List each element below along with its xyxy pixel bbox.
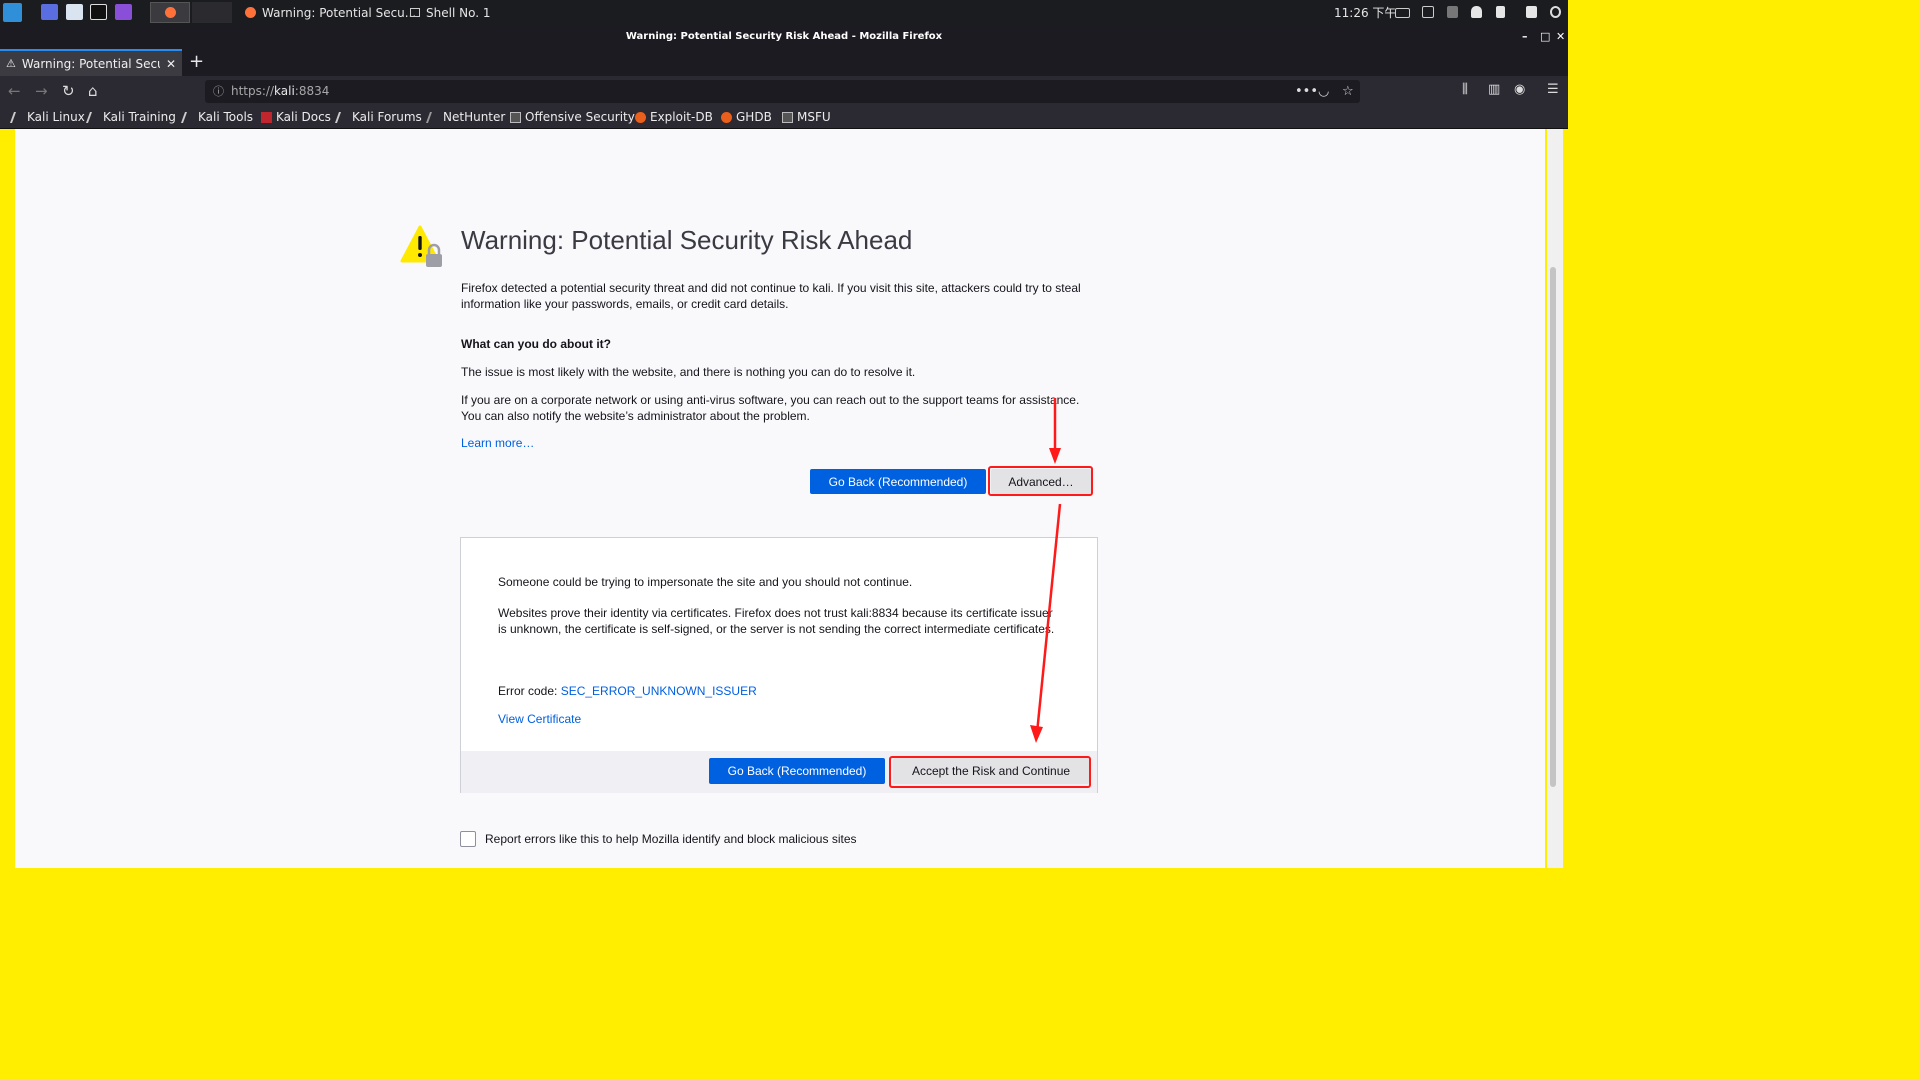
go-back-button-secondary[interactable]: Go Back (Recommended): [709, 758, 885, 784]
bookmark-nethunter[interactable]: NetHunter: [425, 106, 505, 128]
report-errors-label: Report errors like this to help Mozilla …: [485, 832, 857, 846]
bell-icon[interactable]: [1471, 6, 1482, 18]
intro-text: Firefox detected a potential security th…: [461, 281, 1081, 311]
taskbar-window-shell[interactable]: Shell No. 1: [410, 0, 490, 25]
taskbar-window-firefox[interactable]: Warning: Potential Secu...: [245, 0, 416, 25]
home-icon[interactable]: ⌂: [88, 81, 98, 101]
minimize-icon[interactable]: –: [1522, 25, 1528, 48]
tab-label: Warning: Potential Security Risk Ahead: [21, 56, 160, 71]
kali-dragon-icon: [334, 111, 351, 123]
tab-strip: ⚠ Warning: Potential Security Risk Ahead…: [0, 48, 1568, 76]
view-certificate-link[interactable]: View Certificate: [498, 712, 581, 728]
close-tab-icon[interactable]: ✕: [166, 57, 176, 71]
go-back-button[interactable]: Go Back (Recommended): [810, 469, 986, 494]
volume-icon[interactable]: [1447, 6, 1458, 18]
page-content: Warning: Potential Security Risk Ahead F…: [15, 129, 1545, 868]
nav-toolbar: ← → ↻ ⌂ ⓘ https://kali:8834 ••• ◡ ☆ ⫼ ▥ …: [0, 76, 1568, 106]
report-errors-checkbox[interactable]: [460, 831, 476, 847]
terminal-launcher-icon[interactable]: [90, 4, 107, 20]
warning-lock-icon: [400, 225, 442, 267]
new-tab-icon[interactable]: +: [189, 50, 204, 74]
close-window-icon[interactable]: ✕: [1556, 25, 1565, 48]
ghdb-icon: [721, 111, 732, 123]
page-scrollbar[interactable]: [1545, 129, 1568, 868]
show-desktop-icon[interactable]: [41, 4, 58, 20]
error-code-label: Error code:: [498, 684, 561, 698]
bookmark-kali-forums[interactable]: Kali Forums: [334, 106, 422, 128]
url-scheme: https://: [231, 84, 275, 98]
highlight-advanced-button: [988, 466, 1093, 496]
impersonate-text: Someone could be trying to impersonate t…: [498, 575, 913, 589]
workspace-1[interactable]: [150, 2, 190, 23]
kali-dragon-icon: [9, 111, 26, 123]
warning-icon: ⚠: [6, 57, 16, 70]
display-icon[interactable]: [1422, 6, 1434, 18]
bookmark-kali-tools[interactable]: Kali Tools: [180, 106, 253, 128]
bookmark-ghdb[interactable]: GHDB: [721, 106, 772, 128]
lock-icon[interactable]: [1526, 6, 1537, 18]
clock[interactable]: 11:26 下午: [1334, 0, 1396, 25]
scrollbar-thumb[interactable]: [1550, 267, 1556, 787]
learn-more-link[interactable]: Learn more…: [461, 436, 534, 452]
pocket-icon[interactable]: ◡: [1318, 80, 1329, 103]
battery-icon[interactable]: [1496, 6, 1505, 18]
bookmarks-toolbar: Kali Linux Kali Training Kali Tools Kali…: [0, 106, 1568, 129]
page-actions-icon[interactable]: •••: [1295, 80, 1318, 103]
msfu-icon: [782, 111, 793, 123]
bookmark-kali-docs[interactable]: Kali Docs: [261, 106, 331, 128]
bookmark-msfu[interactable]: MSFU: [782, 106, 831, 128]
back-icon[interactable]: ←: [8, 81, 21, 101]
file-manager-icon[interactable]: [66, 4, 83, 20]
exploit-db-icon: [635, 111, 646, 123]
bookmark-star-icon[interactable]: ☆: [1342, 80, 1354, 103]
window-titlebar: Warning: Potential Security Risk Ahead -…: [0, 25, 1568, 48]
highlight-accept-risk-button: [889, 756, 1091, 788]
kali-docs-icon: [261, 111, 272, 123]
forward-icon[interactable]: →: [35, 81, 48, 101]
library-icon[interactable]: ⫼: [1462, 82, 1468, 97]
corporate-text: If you are on a corporate network or usi…: [461, 393, 1080, 423]
site-info-icon[interactable]: ⓘ: [213, 80, 224, 103]
taskbar-window-label: Warning: Potential Secu...: [262, 5, 417, 20]
certificate-text: Websites prove their identity via certif…: [498, 606, 1055, 636]
app-launcher-icon[interactable]: [115, 4, 132, 20]
firefox-icon: [245, 7, 256, 18]
bookmark-exploit-db[interactable]: Exploit-DB: [635, 106, 713, 128]
issue-text: The issue is most likely with the websit…: [461, 365, 916, 379]
terminal-icon: [410, 8, 420, 17]
window-title: Warning: Potential Security Risk Ahead -…: [625, 31, 943, 42]
bookmark-offensive-security[interactable]: Offensive Security: [510, 106, 635, 128]
taskbar-window-label: Shell No. 1: [426, 5, 491, 20]
clock-text: 11:26 下午: [1334, 6, 1397, 20]
bookmark-kali-training[interactable]: Kali Training: [85, 106, 176, 128]
kali-menu-icon[interactable]: [3, 3, 22, 22]
account-icon[interactable]: ◉: [1514, 82, 1525, 97]
reload-icon[interactable]: ↻: [62, 81, 75, 101]
url-host: kali: [274, 84, 295, 98]
advanced-panel: Someone could be trying to impersonate t…: [460, 537, 1098, 793]
keyboard-icon[interactable]: [1395, 8, 1410, 18]
nethunter-icon: [425, 111, 442, 123]
kali-dragon-icon: [85, 111, 102, 123]
error-code-link[interactable]: SEC_ERROR_UNKNOWN_ISSUER: [561, 684, 757, 698]
url-port: :8834: [294, 84, 330, 98]
url-bar[interactable]: ⓘ https://kali:8834 ••• ◡ ☆: [205, 80, 1360, 103]
page-title: Warning: Potential Security Risk Ahead: [461, 225, 913, 255]
firefox-icon: [165, 7, 176, 18]
bookmark-kali-linux[interactable]: Kali Linux: [9, 106, 85, 128]
report-errors-row[interactable]: Report errors like this to help Mozilla …: [460, 831, 857, 847]
power-icon[interactable]: [1550, 6, 1561, 18]
taskbar: Warning: Potential Secu... Shell No. 1 1…: [0, 0, 1568, 25]
menu-icon[interactable]: ☰: [1547, 82, 1559, 97]
maximize-icon[interactable]: □: [1540, 25, 1550, 48]
what-can-you-do-heading: What can you do about it?: [461, 337, 611, 351]
sidebar-icon[interactable]: ▥: [1488, 82, 1500, 97]
tab-warning[interactable]: ⚠ Warning: Potential Security Risk Ahead…: [0, 49, 182, 76]
workspace-2[interactable]: [192, 2, 232, 23]
error-code-line: Error code: SEC_ERROR_UNKNOWN_ISSUER: [498, 684, 1058, 700]
offsec-icon: [510, 111, 521, 123]
kali-dragon-icon: [180, 111, 197, 123]
